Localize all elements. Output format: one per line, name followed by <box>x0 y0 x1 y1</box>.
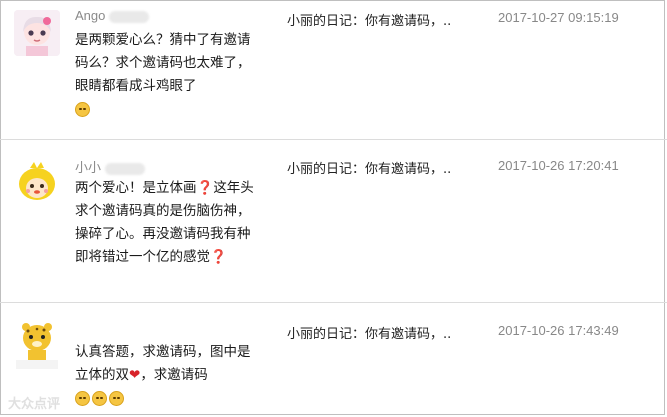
emoji-icon <box>92 390 107 406</box>
emoji-icon <box>75 390 90 406</box>
emoji-icon <box>75 101 90 117</box>
heart-icon: ❤ <box>129 367 141 383</box>
username[interactable]: Ango <box>75 8 150 23</box>
avatar[interactable] <box>14 158 60 204</box>
timestamp: 2017-10-26 17:43:49 <box>498 323 619 338</box>
comment-text: 两个爱心！是立体画❓这年头求个邀请码真的是伤脑伤神，操碎了心。再没邀请码我有种即… <box>75 180 254 265</box>
comment-text: 是两颗爱心么？猜中了有邀请码么？求个邀请码也太难了，眼睛都看成斗鸡眼了 <box>75 29 257 121</box>
source-link[interactable]: 小丽的日记：你有邀请码，.. <box>287 158 451 177</box>
comment-row: 小小 两个爱心！是立体画❓这年头求个邀请码真的是伤脑伤神，操碎了心。再没邀请码我… <box>0 140 667 303</box>
comment-row: 认真答题，求邀请码，图中是立体的双❤，求邀请码 小丽的日记：你有邀请码，.. 2… <box>0 303 667 415</box>
timestamp: 2017-10-27 09:15:19 <box>498 10 619 25</box>
emoji-icon <box>109 390 124 406</box>
girl-avatar-icon <box>14 10 60 56</box>
question-mark-icon: ❓ <box>196 180 214 196</box>
comment-text: 认真答题，求邀请码，图中是立体的双❤，求邀请码 <box>75 341 260 410</box>
avatar[interactable] <box>14 10 60 56</box>
question-mark-icon: ❓ <box>210 249 227 265</box>
avatar[interactable] <box>14 320 60 372</box>
chick-avatar-icon <box>14 158 60 204</box>
timestamp: 2017-10-26 17:20:41 <box>498 158 619 173</box>
username[interactable]: 小小 <box>75 157 146 176</box>
leopard-avatar-icon <box>14 320 60 372</box>
blurred-name <box>109 10 150 23</box>
watermark: 大众点评 <box>8 397 61 412</box>
comment-row: Ango 是两颗爱心么？猜中了有邀请码么？求个邀请码也太难了，眼睛都看成斗鸡眼了… <box>0 0 667 140</box>
blurred-name <box>105 162 146 175</box>
source-link[interactable]: 小丽的日记：你有邀请码，.. <box>287 323 451 342</box>
source-link[interactable]: 小丽的日记：你有邀请码，.. <box>287 10 451 29</box>
